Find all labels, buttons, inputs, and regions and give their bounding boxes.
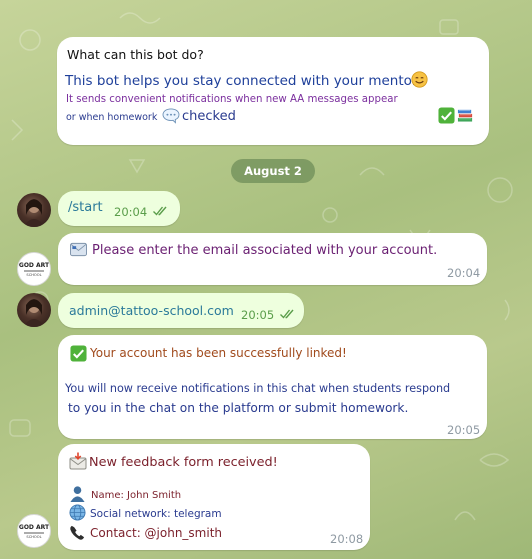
message-email-prompt-time: 20:04 xyxy=(447,266,481,280)
user-avatar[interactable] xyxy=(17,293,51,327)
svg-text:GOD ART: GOD ART xyxy=(19,524,50,531)
linked-title: Your account has been successfully linke… xyxy=(90,346,347,360)
linked-line-2: You will now receive notifications in th… xyxy=(65,382,451,395)
bot-avatar[interactable]: GOD ART SCHOOL xyxy=(17,514,51,548)
feedback-contact: Contact: @john_smith xyxy=(90,526,223,540)
bot-avatar[interactable]: GOD ART SCHOOL xyxy=(17,252,51,286)
svg-text:SCHOOL: SCHOOL xyxy=(26,535,41,539)
globe-meridians-emoji-icon xyxy=(69,504,86,525)
message-start-text: /start xyxy=(68,200,103,215)
user-avatar[interactable] xyxy=(17,193,51,227)
intro-title: What can this bot do? xyxy=(67,47,204,62)
intro-line-2: It sends convenient notifications when n… xyxy=(66,94,398,105)
check-mark-button-emoji-icon xyxy=(438,107,455,128)
speech-balloon-emoji-icon xyxy=(162,108,180,128)
intro-line-3-start: or when homework xyxy=(66,112,158,123)
intro-line-1: This bot helps you stay connected with y… xyxy=(65,73,418,89)
feedback-network: Social network: telegram xyxy=(90,508,222,520)
svg-text:SCHOOL: SCHOOL xyxy=(26,273,41,277)
message-start: /start 20:04 xyxy=(58,191,180,226)
feedback-title: New feedback form received! xyxy=(89,455,278,470)
envelope-arrow-emoji-icon xyxy=(69,452,87,474)
intro-line-3-end: checked xyxy=(182,109,236,124)
linked-line-3: to you in the chat on the platform or su… xyxy=(68,401,409,415)
email-emoji-icon xyxy=(70,242,87,261)
books-emoji-icon xyxy=(457,107,474,128)
message-feedback-form: New feedback form received! Name: John S… xyxy=(58,444,370,550)
message-email-reply: admin@tattoo-school.com 20:05 xyxy=(58,293,304,328)
read-receipt-icon xyxy=(153,206,167,216)
read-receipt-icon xyxy=(280,309,294,319)
message-account-linked: Your account has been successfully linke… xyxy=(58,335,487,439)
message-start-time: 20:04 xyxy=(114,205,148,219)
check-mark-button-emoji-icon xyxy=(70,345,87,366)
bust-silhouette-emoji-icon xyxy=(69,485,86,506)
message-email-prompt: Please enter the email associated with y… xyxy=(58,233,487,285)
message-account-linked-time: 20:05 xyxy=(447,423,481,437)
message-feedback-form-time: 20:08 xyxy=(330,532,364,546)
smile-emoji-icon xyxy=(411,71,428,92)
date-separator: August 2 xyxy=(231,159,315,183)
message-email-reply-time: 20:05 xyxy=(241,308,275,322)
message-email-reply-text: admin@tattoo-school.com xyxy=(69,303,234,318)
telephone-receiver-emoji-icon xyxy=(69,524,86,545)
svg-text:GOD ART: GOD ART xyxy=(19,262,50,269)
feedback-name: Name: John Smith xyxy=(91,490,182,501)
message-email-prompt-text: Please enter the email associated with y… xyxy=(92,243,438,258)
bot-intro-card: What can this bot do? This bot helps you… xyxy=(57,37,489,145)
